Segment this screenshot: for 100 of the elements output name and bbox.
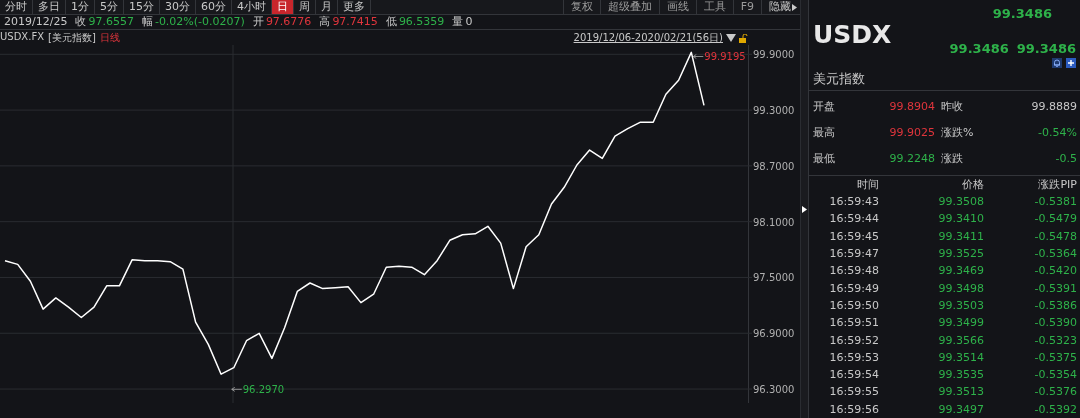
toolbar-button[interactable]: F9: [732, 0, 761, 14]
leader-line: [692, 54, 704, 59]
stat-value: 99.9025: [888, 124, 936, 141]
time-cell-text: 16:59:43: [828, 194, 879, 211]
change-cell-text: -0.5381: [1033, 194, 1077, 211]
date-text: 2019/12/25: [4, 15, 68, 29]
quote-symbol: USDX: [812, 20, 892, 49]
stat-label: 开盘: [812, 98, 836, 115]
period-tab[interactable]: 60分: [196, 0, 232, 14]
price-cell-text: 99.3525: [937, 246, 984, 263]
price-cell-text: 99.3497: [937, 401, 984, 418]
bid-price: 99.3486: [949, 41, 1009, 56]
time-cell-text: 16:59:52: [828, 332, 879, 349]
time-cell-text: 16:59:51: [828, 315, 879, 332]
stat-value: 99.8904: [888, 98, 936, 115]
lock-icon[interactable]: [739, 33, 748, 43]
period-tab[interactable]: 5分: [95, 0, 124, 14]
period-tab[interactable]: 日: [272, 0, 294, 14]
time-cell-text: 16:59:45: [828, 228, 879, 245]
change-cell-text: -0.5479: [1033, 211, 1077, 228]
leader-line: [231, 386, 243, 392]
field-label: 高: [319, 15, 331, 29]
change-cell-text: -0.5420: [1033, 263, 1077, 280]
change-cell-text: -0.5392: [1033, 401, 1077, 418]
dropdown-icon[interactable]: [726, 34, 736, 42]
axis-label: 97.5000: [753, 272, 795, 284]
period-tab[interactable]: 更多: [338, 0, 371, 14]
stat-label: 最高: [812, 124, 836, 141]
toolbar-button[interactable]: 画线: [658, 0, 696, 14]
axis-label: 96.3000: [753, 384, 795, 396]
change-cell-text: -0.5364: [1033, 246, 1077, 263]
field-label: 收: [75, 15, 87, 29]
time-cell-text: 16:59:56: [828, 401, 879, 418]
stat-label: 最低: [812, 150, 836, 167]
price-cell-text: 99.3499: [937, 315, 984, 332]
time-cell-text: 16:59:44: [828, 211, 879, 228]
annotation-label: 99.9195: [704, 51, 746, 62]
field-label: 开: [252, 15, 264, 29]
time-cell-text: 16:59:47: [828, 246, 879, 263]
stat-value: 99.2248: [888, 150, 936, 167]
change-cell-text: -0.5390: [1033, 315, 1077, 332]
period-tab[interactable]: 周: [294, 0, 316, 14]
change-cell-text: -0.5323: [1033, 332, 1077, 349]
time-cell-text: 16:59:49: [828, 280, 879, 297]
price-cell-text: 99.3508: [937, 194, 984, 211]
price-cell-text: 99.3411: [937, 228, 984, 245]
add-icon[interactable]: [1066, 58, 1076, 68]
period-tab[interactable]: 15分: [124, 0, 160, 14]
toolbar-button[interactable]: 工具: [695, 0, 733, 14]
stat-label: 涨跌: [940, 150, 964, 167]
time-cell-text: 16:59:53: [828, 349, 879, 366]
field-value: 0: [465, 15, 473, 29]
price-cell-text: 99.3535: [937, 367, 984, 384]
change-cell-text: -0.5391: [1033, 280, 1077, 297]
field-value: 97.7415: [332, 15, 378, 29]
stat-value: -0.5: [1054, 150, 1077, 167]
period-tab[interactable]: 多日: [33, 0, 66, 14]
time-cell-text: 16:59:50: [828, 297, 879, 314]
date-range-link[interactable]: 2019/12/06-2020/02/21(56日): [573, 31, 723, 45]
price-cell-text: 99.3410: [937, 211, 984, 228]
change-cell-text: -0.5478: [1033, 228, 1077, 245]
period-tab[interactable]: 分时: [0, 0, 33, 14]
price-cell-text: 99.3513: [937, 384, 984, 401]
field-label: 量: [452, 15, 464, 29]
column-header: 涨跌PIP: [1037, 176, 1077, 193]
expand-icon[interactable]: [802, 205, 807, 213]
field-value: 96.5359: [398, 15, 445, 29]
toolbar-button[interactable]: 超级叠加: [599, 0, 659, 14]
price-cell-text: 99.3503: [937, 297, 984, 314]
stat-value: 99.8889: [1030, 98, 1077, 115]
price-cell-text: 99.3514: [937, 349, 984, 366]
stat-value: -0.54%: [1037, 124, 1077, 141]
bell-icon[interactable]: [1052, 58, 1062, 68]
column-header: 价格: [960, 176, 984, 193]
time-cell-text: 16:59:54: [828, 367, 879, 384]
quote-name: 美元指数: [812, 70, 866, 88]
field-value: 97.6557: [88, 15, 134, 29]
period-tab[interactable]: 月: [316, 0, 338, 14]
time-cell-text: 16:59:48: [828, 263, 879, 280]
axis-label: 99.9000: [753, 49, 795, 61]
stat-label: 涨跌%: [940, 124, 975, 141]
toolbar-button[interactable]: 复权: [562, 0, 600, 14]
axis-label: 98.7000: [753, 160, 795, 172]
field-label: 幅: [141, 15, 153, 29]
ask-price: 99.3486: [1016, 41, 1076, 56]
period-tab[interactable]: 1分: [66, 0, 95, 14]
axis-label: 99.3000: [753, 105, 795, 117]
triangle-icon: [792, 3, 797, 11]
axis-label: 96.9000: [753, 328, 795, 340]
period-tab[interactable]: 30分: [160, 0, 196, 14]
field-value: -0.02%(-0.0207): [154, 15, 245, 29]
last-price: 99.3486: [992, 6, 1052, 21]
name-text: [美元指数]: [48, 31, 96, 45]
axis-label: 98.1000: [753, 216, 795, 228]
price-cell-text: 99.3566: [937, 332, 984, 349]
change-cell-text: -0.5386: [1033, 297, 1077, 314]
change-cell-text: -0.5375: [1033, 349, 1077, 366]
annotation-label: 96.2970: [242, 383, 285, 395]
column-header: 时间: [855, 176, 879, 193]
change-cell-text: -0.5354: [1033, 367, 1077, 384]
